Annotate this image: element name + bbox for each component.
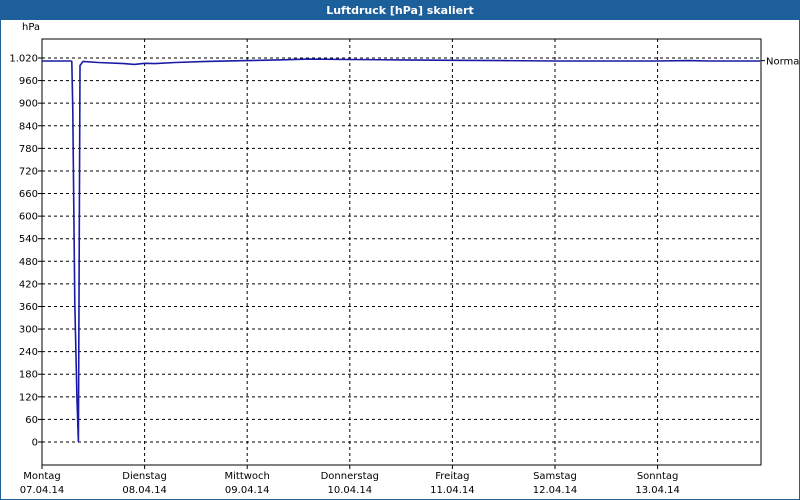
reference-label: Normal [766, 57, 799, 68]
y-tick-label: 840 [19, 121, 38, 132]
y-tick-label: 300 [19, 325, 38, 336]
x-tick-day-label: Freitag [435, 471, 469, 482]
y-tick-label: 960 [19, 76, 38, 87]
x-tick-date-label: 08.04.14 [122, 485, 167, 496]
window-title: Luftdruck [hPa] skaliert [1, 1, 799, 20]
y-tick-label: 660 [19, 189, 38, 200]
chart-canvas: 1.02096090084078072066060054048042036030… [9, 22, 799, 496]
y-tick-label: 600 [19, 212, 38, 223]
x-tick-day-label: Donnerstag [321, 471, 379, 482]
x-tick-date-label: 12.04.14 [533, 485, 578, 496]
y-tick-label: 720 [19, 166, 38, 177]
x-tick-date-label: 07.04.14 [20, 485, 65, 496]
y-tick-label: 120 [19, 392, 38, 403]
y-tick-label: 540 [19, 234, 38, 245]
y-tick-label: 360 [19, 302, 38, 313]
x-tick-day-label: Dienstag [122, 471, 167, 482]
y-tick-label: 480 [19, 257, 38, 268]
chart-window: Luftdruck [hPa] skaliert 1.020 960 900 840 7… [0, 0, 800, 500]
y-tick-label: 180 [19, 370, 38, 381]
y-tick-label: 1.020 [9, 54, 38, 65]
x-tick-date-label: 11.04.14 [430, 485, 475, 496]
x-tick-date-label: 09.04.14 [225, 485, 270, 496]
x-tick-day-label: Mittwoch [225, 471, 270, 482]
y-tick-label: 900 [19, 99, 38, 110]
plot-frame [41, 38, 762, 466]
y-tick-label: 0 [32, 438, 38, 449]
series-line [42, 58, 761, 443]
x-tick-day-label: Samstag [533, 471, 577, 482]
y-tick-label: 240 [19, 347, 38, 358]
y-tick-label: 60 [25, 415, 38, 426]
x-tick-day-label: Montag [23, 471, 60, 482]
y-tick-label: 780 [19, 144, 38, 155]
x-tick-date-label: 13.04.14 [635, 485, 680, 496]
x-tick-day-label: Sonntag [637, 471, 679, 482]
x-tick-date-label: 10.04.14 [328, 485, 373, 496]
y-tick-label: 420 [19, 279, 38, 290]
y-axis-label: hPa [22, 22, 40, 33]
